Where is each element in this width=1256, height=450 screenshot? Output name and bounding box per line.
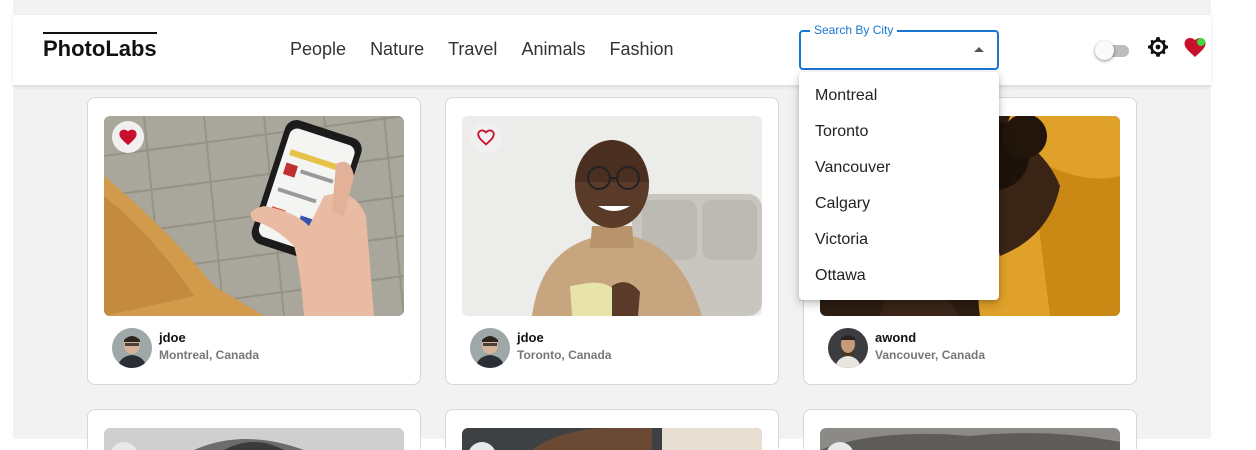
caret-up-icon[interactable] [974,47,984,52]
username: awond [875,330,917,345]
photo-image[interactable] [104,116,404,316]
username: jdoe [159,330,186,345]
photo-image[interactable] [104,428,404,450]
photo-location: Montreal, Canada [159,348,260,362]
city-option-calgary[interactable]: Calgary [799,186,999,222]
topic-nature[interactable]: Nature [370,39,424,59]
heart-outline-icon [477,129,495,146]
photo-location: Toronto, Canada [517,348,612,362]
city-dropdown-menu: Montreal Toronto Vancouver Calgary Victo… [799,72,999,300]
topic-people[interactable]: People [290,39,346,59]
like-button[interactable] [470,121,502,153]
photo-image[interactable] [462,428,762,450]
city-option-montreal[interactable]: Montreal [799,78,999,114]
topic-list: People Nature Travel Animals Fashion [290,39,698,59]
city-option-victoria[interactable]: Victoria [799,222,999,258]
topic-travel[interactable]: Travel [448,39,497,59]
city-option-ottawa[interactable]: Ottawa [799,258,999,294]
city-option-vancouver[interactable]: Vancouver [799,150,999,186]
avatar [828,328,868,368]
toggle-knob [1095,41,1114,60]
photo-card[interactable] [445,409,779,450]
heart-filled-icon [119,129,137,146]
photo-card[interactable] [87,409,421,450]
photo-card[interactable]: jdoe Toronto, Canada [445,97,779,385]
city-option-toronto[interactable]: Toronto [799,114,999,150]
photo-image[interactable] [820,428,1120,450]
avatar [470,328,510,368]
city-search-select[interactable]: Search By City [799,23,999,70]
avatar [112,328,152,368]
username: jdoe [517,330,544,345]
topic-fashion[interactable]: Fashion [609,39,673,59]
top-navigation-bar: PhotoLabs People Nature Travel Animals F… [13,15,1211,85]
photo-card[interactable]: jdoe Montreal, Canada [87,97,421,385]
like-button[interactable] [112,121,144,153]
city-search-label: Search By City [810,23,898,37]
app-logo[interactable]: PhotoLabs [43,32,157,61]
notification-dot [1197,38,1205,46]
settings-icon[interactable] [1146,35,1170,59]
photo-image[interactable] [462,116,762,316]
topic-animals[interactable]: Animals [521,39,585,59]
photo-card[interactable] [803,409,1137,450]
toggle-switch[interactable] [1095,40,1133,60]
photo-location: Vancouver, Canada [875,348,986,362]
